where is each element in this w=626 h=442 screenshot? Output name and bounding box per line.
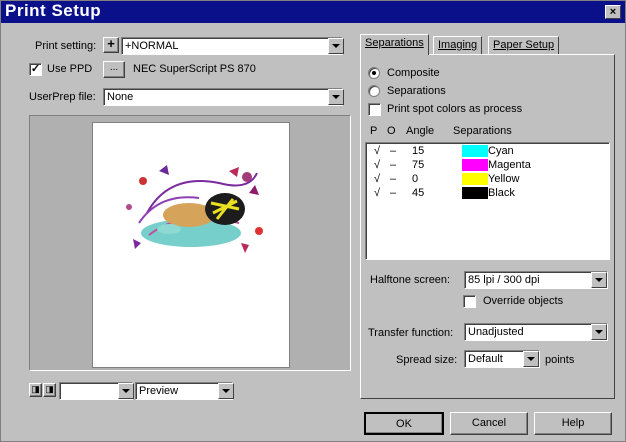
transfer-function-label: Transfer function: bbox=[368, 327, 454, 339]
plus-icon: + bbox=[107, 36, 115, 51]
angle-value: 15 bbox=[412, 145, 425, 157]
ok-button[interactable]: OK bbox=[364, 412, 444, 435]
print-flag[interactable]: √ bbox=[374, 187, 380, 199]
separations-label: Separations bbox=[387, 85, 446, 97]
window-title: Print Setup bbox=[5, 1, 102, 20]
artwork-thumbnail bbox=[126, 165, 263, 253]
use-ppd-label: Use PPD bbox=[47, 63, 93, 75]
separations-radio[interactable] bbox=[368, 85, 380, 97]
tab-label: Separations bbox=[365, 37, 424, 49]
add-print-setting-button[interactable]: + bbox=[103, 37, 119, 53]
preview-dropdown-arrow[interactable] bbox=[218, 383, 234, 399]
checkmark-icon: ✓ bbox=[30, 63, 41, 75]
use-ppd-checkbox[interactable]: ✓ bbox=[29, 63, 42, 76]
overprint-flag[interactable]: – bbox=[390, 145, 396, 157]
print-setting-dropdown-arrow[interactable] bbox=[328, 38, 344, 54]
ink-name: Black bbox=[488, 187, 515, 199]
preview-area bbox=[29, 115, 351, 371]
tab-separations[interactable]: Separations bbox=[360, 34, 429, 55]
user-prep-select[interactable]: None bbox=[103, 88, 343, 106]
list-item[interactable]: √ – 45 Black bbox=[366, 187, 606, 201]
ink-name: Yellow bbox=[488, 173, 520, 185]
column-separations-header: Separations bbox=[453, 125, 512, 137]
tab-paper-setup[interactable]: Paper Setup bbox=[488, 36, 560, 55]
help-button[interactable]: Help bbox=[534, 412, 612, 435]
column-p-header: P bbox=[370, 125, 378, 137]
angle-value: 0 bbox=[412, 173, 419, 185]
page-view-icon-2[interactable]: ◨ bbox=[43, 383, 56, 397]
spread-size-label: Spread size: bbox=[396, 354, 458, 366]
close-button[interactable]: × bbox=[605, 5, 621, 19]
transfer-dropdown-arrow[interactable] bbox=[591, 324, 607, 340]
color-swatch bbox=[462, 145, 488, 157]
tab-label: Paper Setup bbox=[493, 39, 555, 51]
separations-list[interactable]: √ – 15 Cyan √ – 75 Magenta √ – 0 Yellow … bbox=[365, 142, 610, 260]
column-o-header: O bbox=[387, 125, 396, 137]
color-swatch bbox=[462, 187, 488, 199]
ppd-name: NEC SuperScript PS 870 bbox=[133, 63, 256, 75]
print-spot-label: Print spot colors as process bbox=[387, 103, 523, 115]
color-swatch bbox=[462, 173, 488, 185]
ppd-browse-button[interactable]: ... bbox=[103, 61, 125, 78]
overprint-flag[interactable]: – bbox=[390, 173, 396, 185]
user-prep-label: UserPrep file: bbox=[29, 91, 96, 103]
spread-size-dropdown-arrow[interactable] bbox=[523, 351, 539, 367]
override-objects-checkbox[interactable] bbox=[463, 295, 476, 308]
overprint-flag[interactable]: – bbox=[390, 187, 396, 199]
halftone-select[interactable]: 85 lpi / 300 dpi bbox=[464, 271, 608, 289]
composite-radio[interactable] bbox=[368, 67, 380, 79]
print-setup-dialog: Print Setup × Print setting: + +NORMAL ✓… bbox=[0, 0, 626, 442]
halftone-dropdown-arrow[interactable] bbox=[591, 272, 607, 288]
page-view-icon-1[interactable]: ◨ bbox=[29, 383, 42, 397]
column-angle-header: Angle bbox=[406, 125, 435, 137]
list-item[interactable]: √ – 75 Magenta bbox=[366, 159, 606, 173]
tab-label: Imaging bbox=[438, 39, 478, 51]
angle-value: 45 bbox=[412, 187, 425, 199]
print-flag[interactable]: √ bbox=[374, 159, 380, 171]
document-icon: ◨ bbox=[45, 384, 54, 394]
override-objects-label: Override objects bbox=[483, 295, 564, 307]
document-icon: ◨ bbox=[31, 384, 40, 394]
view-dropdown-arrow[interactable] bbox=[118, 383, 134, 399]
print-setting-label: Print setting: bbox=[35, 40, 97, 52]
user-prep-dropdown-arrow[interactable] bbox=[328, 89, 344, 105]
ink-name: Magenta bbox=[488, 159, 531, 171]
list-item[interactable]: √ – 0 Yellow bbox=[366, 173, 606, 187]
title-bar[interactable]: Print Setup × bbox=[1, 1, 625, 23]
angle-value: 75 bbox=[412, 159, 425, 171]
ink-name: Cyan bbox=[488, 145, 514, 157]
list-item[interactable]: √ – 15 Cyan bbox=[366, 145, 606, 159]
cancel-button[interactable]: Cancel bbox=[450, 412, 528, 435]
page-preview bbox=[92, 122, 290, 368]
print-flag[interactable]: √ bbox=[374, 145, 380, 157]
print-setting-select[interactable]: +NORMAL bbox=[121, 37, 343, 55]
print-flag[interactable]: √ bbox=[374, 173, 380, 185]
overprint-flag[interactable]: – bbox=[390, 159, 396, 171]
halftone-label: Halftone screen: bbox=[370, 274, 451, 286]
tab-imaging[interactable]: Imaging bbox=[433, 36, 483, 55]
print-spot-checkbox[interactable] bbox=[368, 103, 381, 116]
composite-label: Composite bbox=[387, 67, 440, 79]
color-swatch bbox=[462, 159, 488, 171]
transfer-function-select[interactable]: Unadjusted bbox=[464, 323, 608, 341]
spread-size-unit: points bbox=[545, 354, 575, 366]
